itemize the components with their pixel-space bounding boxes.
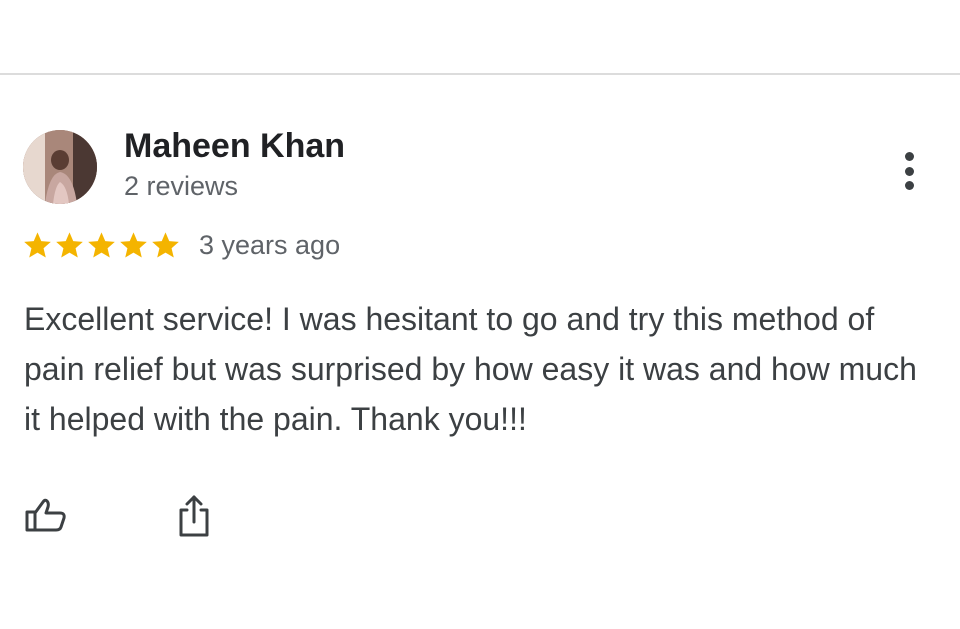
review-time: 3 years ago [199, 230, 341, 260]
star-icon [88, 232, 115, 258]
more-vertical-icon [904, 152, 914, 161]
author-review-count: 2 reviews [124, 171, 239, 201]
avatar[interactable] [23, 130, 97, 204]
review-text: Excellent service! I was hesitant to go … [24, 301, 917, 437]
avatar-photo [23, 130, 97, 204]
thumbs-up-icon [25, 498, 66, 532]
share-icon [179, 495, 209, 537]
star-icon [120, 232, 147, 258]
star-icon [56, 232, 83, 258]
share-button[interactable] [170, 491, 218, 539]
like-button[interactable] [22, 491, 70, 539]
star-icon [152, 232, 179, 258]
star-icon [24, 232, 51, 258]
more-options-button[interactable] [890, 148, 928, 194]
more-vertical-icon-dot [904, 166, 914, 176]
review-card: Maheen Khan 2 reviews 3 years ago Excell… [0, 0, 960, 629]
rating-row: 3 years ago [22, 230, 340, 261]
author-name[interactable]: Maheen Khan [124, 127, 345, 166]
more-vertical-icon-dot [904, 181, 914, 190]
star-rating [22, 230, 181, 261]
